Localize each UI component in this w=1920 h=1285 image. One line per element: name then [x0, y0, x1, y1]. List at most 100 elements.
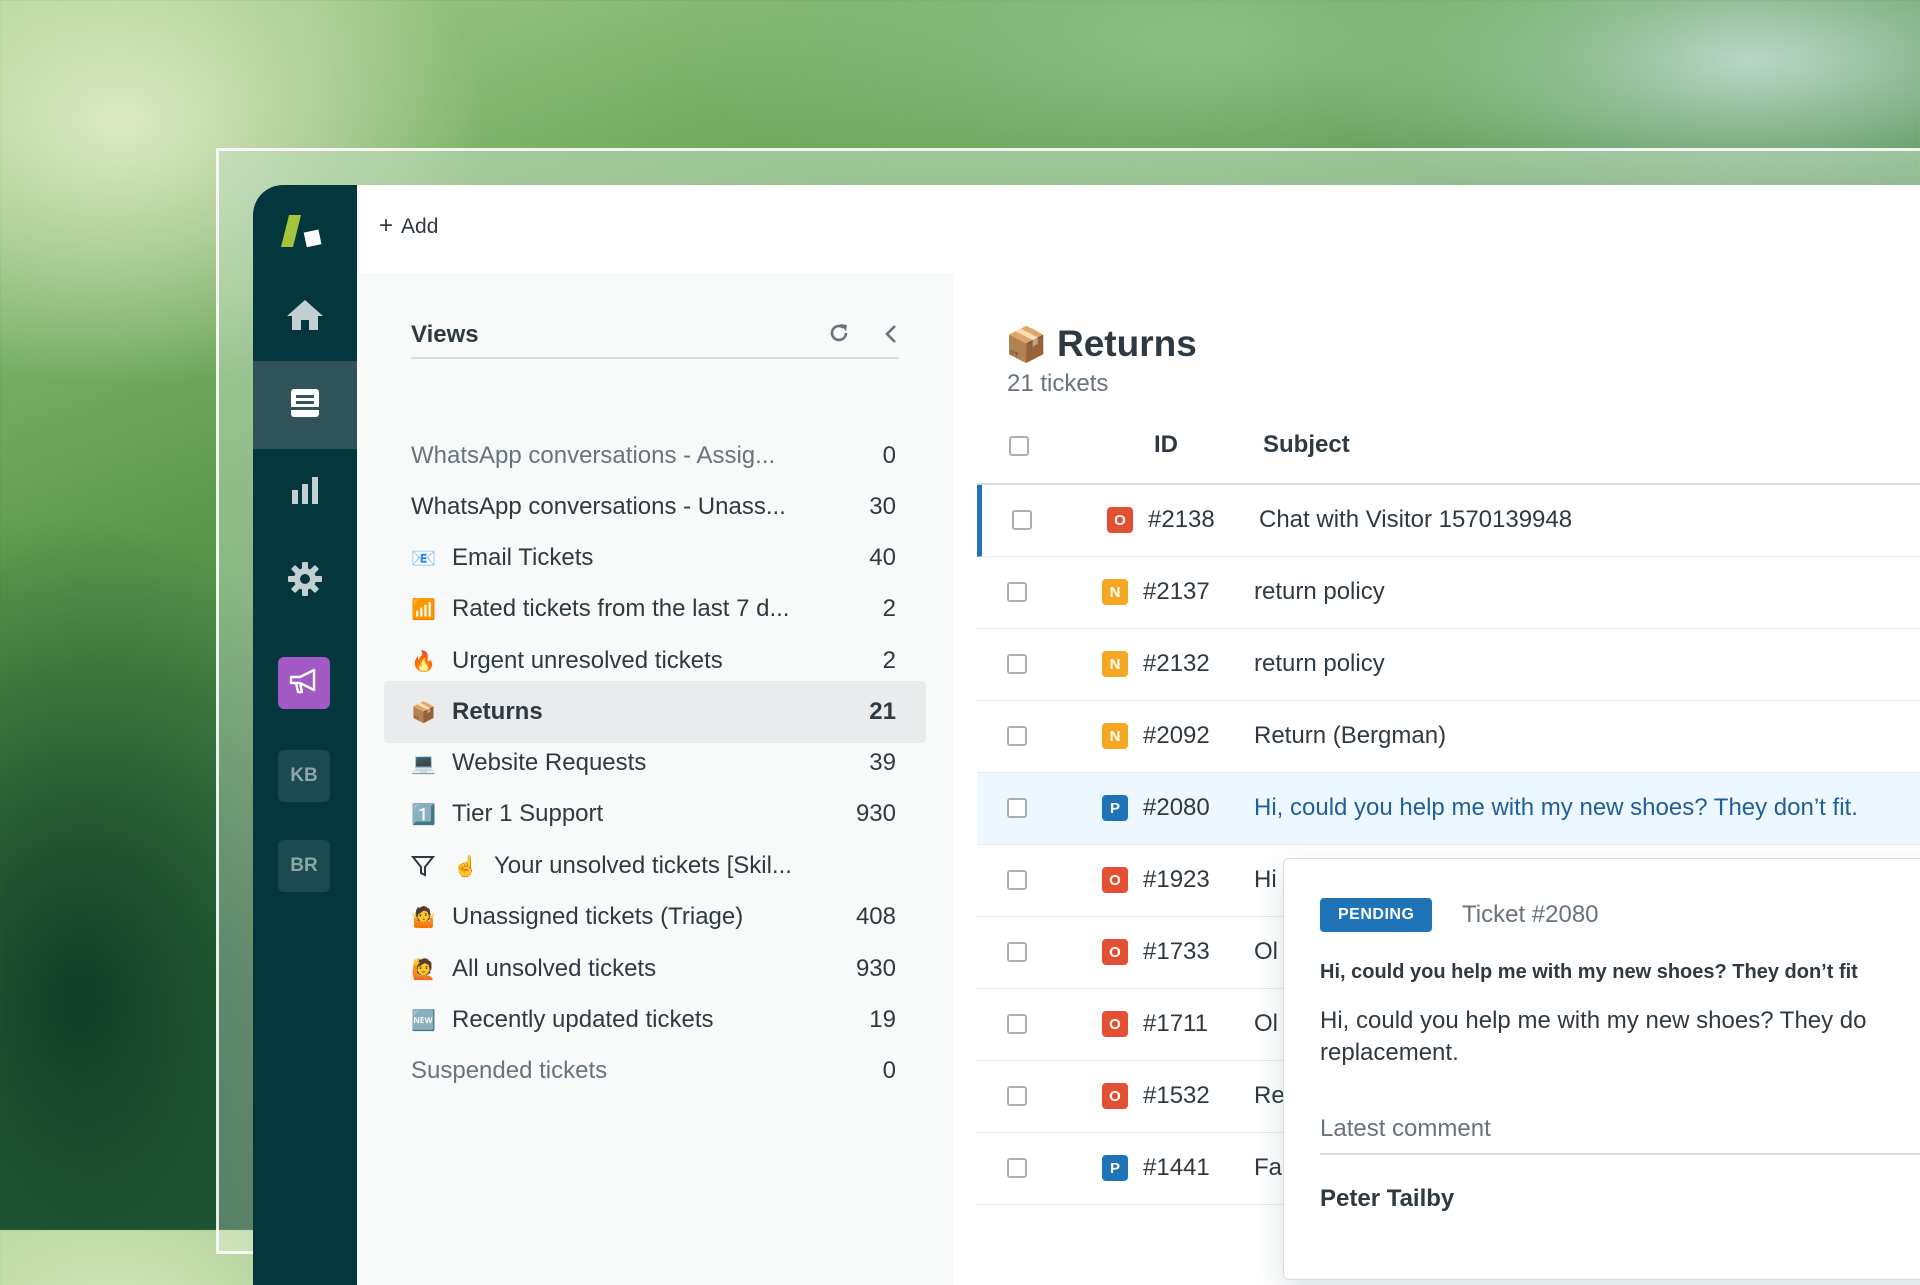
fire-icon: 🔥 [411, 650, 436, 673]
bar-chart-icon [288, 474, 322, 513]
page-title: Returns [1057, 323, 1197, 364]
ticket-subject[interactable]: Re [1254, 1082, 1285, 1110]
reporting-nav[interactable] [253, 449, 357, 537]
row-checkbox[interactable] [1007, 798, 1027, 818]
row-checkbox[interactable] [1007, 726, 1027, 746]
view-item[interactable]: Suspended tickets 0 [384, 1040, 926, 1102]
zendesk-logo[interactable] [279, 211, 333, 257]
megaphone-icon [288, 667, 320, 700]
view-item-count: 930 [855, 955, 896, 982]
view-item-name: Returns [452, 698, 543, 725]
add-button[interactable]: + Add [379, 213, 439, 239]
row-checkbox[interactable] [1007, 1014, 1027, 1034]
ticket-subject[interactable]: Return (Bergman) [1254, 722, 1446, 750]
row-checkbox[interactable] [1012, 510, 1032, 530]
preview-subject: Hi, could you help me with my new shoes?… [1320, 961, 1858, 983]
nav-rail: KB BR [253, 185, 357, 1285]
table-row[interactable]: P #2080 Hi, could you help me with my ne… [977, 773, 1920, 845]
view-item-name: Email Tickets [452, 544, 594, 571]
table-row[interactable]: N #2137 return policy [977, 557, 1920, 629]
top-bar: + Add [357, 185, 1920, 274]
ticket-subject[interactable]: Hi, could you help me with my new shoes?… [1254, 794, 1858, 822]
view-item-name: Rated tickets from the last 7 d... [452, 595, 790, 622]
br-app-button[interactable]: BR [278, 840, 330, 892]
view-item-count: 408 [855, 903, 896, 930]
ticket-id: #1441 [1143, 1154, 1210, 1181]
row-checkbox[interactable] [1007, 870, 1027, 890]
views-nav[interactable] [253, 361, 357, 449]
row-checkbox[interactable] [1007, 582, 1027, 602]
ticket-subject[interactable]: Ol [1254, 938, 1278, 966]
view-item-count: 0 [882, 1057, 896, 1084]
view-item-name: Recently updated tickets [452, 1006, 714, 1033]
table-row[interactable]: N #2092 Return (Bergman) [977, 701, 1920, 773]
ticket-id: #2137 [1143, 578, 1210, 605]
row-checkbox[interactable] [1007, 1086, 1027, 1106]
ticket-id: #1711 [1143, 1010, 1208, 1037]
preview-ticket-number: Ticket #2080 [1462, 901, 1599, 928]
view-item-count: 2 [882, 595, 896, 622]
inbox-icon [288, 386, 322, 425]
latest-comment-label: Latest comment [1320, 1107, 1920, 1155]
view-item-name: Website Requests [452, 749, 647, 776]
collapse-chevron-icon[interactable] [883, 323, 899, 350]
status-badge: N [1102, 579, 1128, 605]
ticket-subject[interactable]: Hi [1254, 866, 1277, 894]
ticket-id: #1923 [1143, 866, 1210, 893]
status-badge: N [1102, 651, 1128, 677]
status-badge: O [1107, 507, 1133, 533]
views-panel: Views WhatsApp conversations - Assig... … [357, 273, 954, 1285]
ticket-id: #2080 [1143, 794, 1210, 821]
table-row[interactable]: N #2132 return policy [977, 629, 1920, 701]
view-item-name: Tier 1 Support [452, 800, 604, 827]
ticket-subject[interactable]: return policy [1254, 650, 1385, 678]
view-item-count: 21 [869, 698, 896, 725]
status-badge: PENDING [1320, 898, 1433, 932]
column-header-id[interactable]: ID [1154, 431, 1178, 459]
view-item-count: 2 [882, 647, 896, 674]
ticket-preview-card[interactable]: PENDING Ticket #2080 Hi, could you help … [1283, 858, 1920, 1280]
views-title: Views [411, 321, 479, 348]
laptop-icon: 💻 [411, 752, 436, 775]
status-badge: O [1102, 867, 1128, 893]
home-icon [285, 298, 325, 337]
table-header: ID Subject [977, 405, 1920, 485]
megaphone-app-button[interactable] [278, 657, 330, 709]
ticket-subject[interactable]: Fa [1254, 1154, 1282, 1182]
view-item-count: 19 [869, 1006, 896, 1033]
gear-icon [287, 561, 323, 602]
admin-nav[interactable] [253, 537, 357, 625]
status-badge: O [1102, 1083, 1128, 1109]
refresh-icon[interactable] [827, 321, 851, 350]
row-checkbox[interactable] [1007, 942, 1027, 962]
view-item-name: Unassigned tickets (Triage) [452, 903, 744, 930]
status-badge: P [1102, 1155, 1128, 1181]
view-item-name: WhatsApp conversations - Assig... [411, 442, 776, 469]
view-item-count: 930 [855, 800, 896, 827]
add-button-label: Add [401, 215, 439, 238]
status-badge: O [1102, 939, 1128, 965]
shrug-icon: 🤷 [411, 906, 436, 929]
row-checkbox[interactable] [1007, 1158, 1027, 1178]
view-item-count: 40 [869, 544, 896, 571]
select-all-checkbox[interactable] [1009, 436, 1029, 456]
ticket-subject[interactable]: Ol [1254, 1010, 1278, 1038]
ticket-subject[interactable]: return policy [1254, 578, 1385, 606]
keycap-one-icon: 1️⃣ [411, 803, 436, 826]
ticket-id: #1532 [1143, 1082, 1210, 1109]
home-nav[interactable] [253, 273, 357, 361]
pointing-finger-icon: ☝️ [453, 855, 478, 878]
kb-app-button[interactable]: KB [278, 750, 330, 802]
view-item-count: 30 [869, 493, 896, 520]
table-row[interactable]: O #2138 Chat with Visitor 1570139948 [977, 485, 1920, 557]
preview-description: Hi, could you help me with my new shoes?… [1320, 1007, 1867, 1066]
ticket-id: #2092 [1143, 722, 1210, 749]
view-item-name: All unsolved tickets [452, 955, 657, 982]
views-header: Views [411, 311, 899, 359]
row-checkbox[interactable] [1007, 654, 1027, 674]
filter-icon [411, 854, 441, 878]
ticket-subject[interactable]: Chat with Visitor 1570139948 [1259, 506, 1572, 534]
package-icon: 📦 [411, 701, 436, 724]
column-header-subject[interactable]: Subject [1263, 431, 1350, 459]
comment-author: Peter Tailby [1320, 1185, 1455, 1212]
